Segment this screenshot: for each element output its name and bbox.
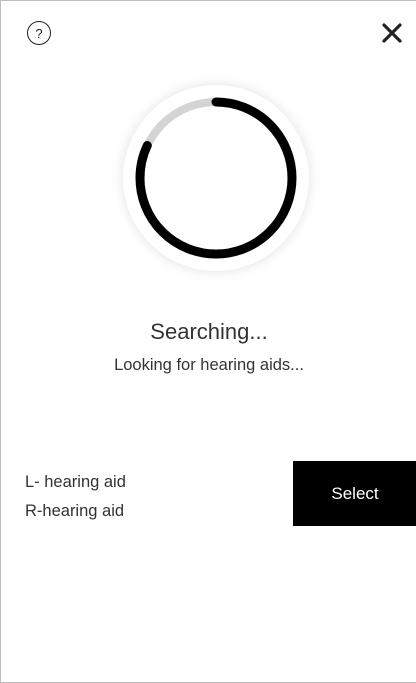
progress-ring xyxy=(135,97,297,259)
help-button[interactable]: ? xyxy=(27,21,51,45)
device-item-right: R-hearing aid xyxy=(25,502,125,520)
close-button[interactable] xyxy=(380,21,404,45)
status-subtitle: Looking for hearing aids... xyxy=(114,356,304,374)
search-spinner xyxy=(123,85,309,271)
device-item-left: L- hearing aid xyxy=(25,473,126,491)
device-list: L- hearing aid R-hearing aid xyxy=(25,471,126,529)
question-circle-icon: ? xyxy=(35,25,43,41)
close-icon xyxy=(382,23,402,43)
search-screen: ? Searching... Looking for hearing aids.… xyxy=(0,0,416,683)
select-button[interactable]: Select xyxy=(293,461,416,526)
status-title: Searching... xyxy=(150,319,268,344)
